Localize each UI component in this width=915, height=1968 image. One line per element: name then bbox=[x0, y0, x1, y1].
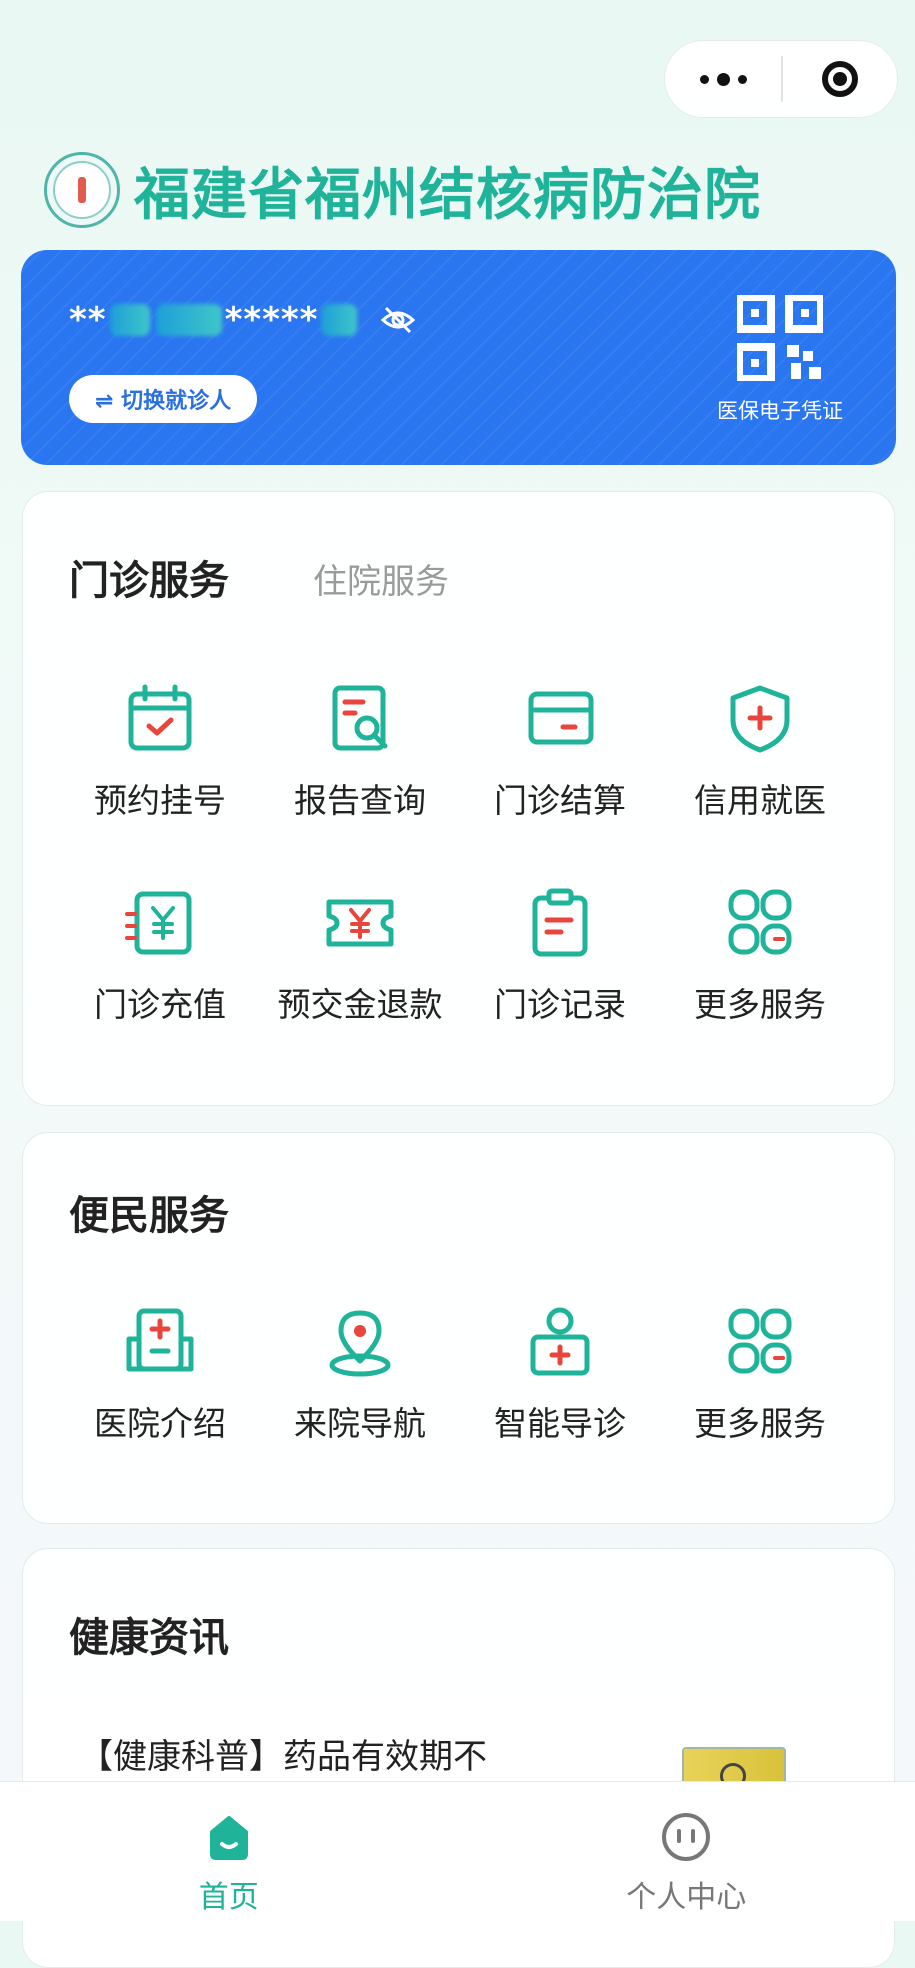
switch-patient-button[interactable]: ⇌ 切换就诊人 bbox=[69, 375, 257, 423]
service-label: 信用就医 bbox=[660, 774, 860, 822]
service-report[interactable]: 报告查询 bbox=[260, 682, 460, 822]
tab-inpatient[interactable]: 住院服务 bbox=[313, 554, 449, 603]
tab-home[interactable]: 首页 bbox=[0, 1782, 458, 1921]
yuan-recharge-icon bbox=[123, 886, 197, 960]
page-title: 福建省福州结核病防治院 bbox=[134, 150, 761, 231]
grid-more-icon bbox=[723, 886, 797, 960]
calendar-check-icon bbox=[123, 682, 197, 756]
service-label: 更多服务 bbox=[660, 1397, 860, 1445]
service-label: 门诊充值 bbox=[60, 978, 260, 1026]
location-pin-icon bbox=[323, 1305, 397, 1379]
section-title: 便民服务 bbox=[69, 1183, 229, 1241]
service-records[interactable]: 门诊记录 bbox=[460, 886, 660, 1026]
service-more-convenience[interactable]: 更多服务 bbox=[660, 1305, 860, 1445]
news-item-title[interactable]: 【健康科普】药品有效期不 bbox=[79, 1729, 487, 1778]
eye-hidden-icon[interactable] bbox=[378, 300, 418, 340]
patient-name-prefix: ** bbox=[69, 300, 107, 340]
service-label: 报告查询 bbox=[260, 774, 460, 822]
insurance-voucher[interactable]: 医保电子凭证 bbox=[710, 295, 850, 425]
section-title: 健康资讯 bbox=[69, 1605, 229, 1663]
mini-program-capsule bbox=[664, 40, 898, 118]
service-label: 智能导诊 bbox=[460, 1397, 660, 1445]
service-hospital-intro[interactable]: 医院介绍 bbox=[60, 1305, 260, 1445]
service-recharge[interactable]: 门诊充值 bbox=[60, 886, 260, 1026]
hospital-header: 福建省福州结核病防治院 bbox=[44, 150, 761, 230]
hospital-icon bbox=[123, 1305, 197, 1379]
card-payment-icon bbox=[523, 682, 597, 756]
doctor-kit-icon bbox=[523, 1305, 597, 1379]
service-label: 来院导航 bbox=[260, 1397, 460, 1445]
target-circle-icon[interactable] bbox=[783, 61, 897, 97]
redacted-name-2 bbox=[156, 304, 222, 336]
yuan-ticket-icon bbox=[323, 886, 397, 960]
service-label: 门诊记录 bbox=[460, 978, 660, 1026]
shield-plus-icon bbox=[723, 682, 797, 756]
qr-label: 医保电子凭证 bbox=[710, 395, 850, 425]
service-appointment[interactable]: 预约挂号 bbox=[60, 682, 260, 822]
service-refund[interactable]: 预交金退款 bbox=[260, 886, 460, 1026]
service-label: 预约挂号 bbox=[60, 774, 260, 822]
tab-label: 个人中心 bbox=[626, 1872, 746, 1916]
report-search-icon bbox=[323, 682, 397, 756]
grid-more-icon bbox=[723, 1305, 797, 1379]
service-label: 更多服务 bbox=[660, 978, 860, 1026]
redacted-name-1 bbox=[110, 304, 150, 336]
tab-label: 首页 bbox=[199, 1872, 259, 1916]
service-settlement[interactable]: 门诊结算 bbox=[460, 682, 660, 822]
outpatient-panel: 门诊服务 住院服务 预约挂号 报告查询 bbox=[22, 491, 895, 1106]
hospital-logo bbox=[44, 152, 120, 228]
service-smart-guide[interactable]: 智能导诊 bbox=[460, 1305, 660, 1445]
patient-card: ** ***** ⇌ 切换就诊人 医保电子凭证 bbox=[21, 250, 896, 465]
qr-code-icon bbox=[737, 295, 823, 381]
bottom-tab-bar: 首页 个人中心 bbox=[0, 1781, 915, 1921]
patient-name: ** ***** bbox=[69, 300, 418, 340]
service-label: 医院介绍 bbox=[60, 1397, 260, 1445]
redacted-name-3 bbox=[321, 304, 357, 336]
home-icon bbox=[202, 1810, 256, 1864]
clipboard-icon bbox=[523, 886, 597, 960]
service-credit[interactable]: 信用就医 bbox=[660, 682, 860, 822]
tab-outpatient[interactable]: 门诊服务 bbox=[69, 548, 229, 606]
more-dots-icon[interactable] bbox=[665, 41, 781, 117]
service-label: 预交金退款 bbox=[260, 978, 460, 1026]
convenience-panel: 便民服务 医院介绍 来院导航 bbox=[22, 1132, 895, 1524]
patient-name-suffix: ***** bbox=[225, 300, 319, 340]
service-navigation[interactable]: 来院导航 bbox=[260, 1305, 460, 1445]
service-label: 门诊结算 bbox=[460, 774, 660, 822]
service-more[interactable]: 更多服务 bbox=[660, 886, 860, 1026]
profile-face-icon bbox=[659, 1810, 713, 1864]
tab-profile[interactable]: 个人中心 bbox=[458, 1782, 915, 1921]
